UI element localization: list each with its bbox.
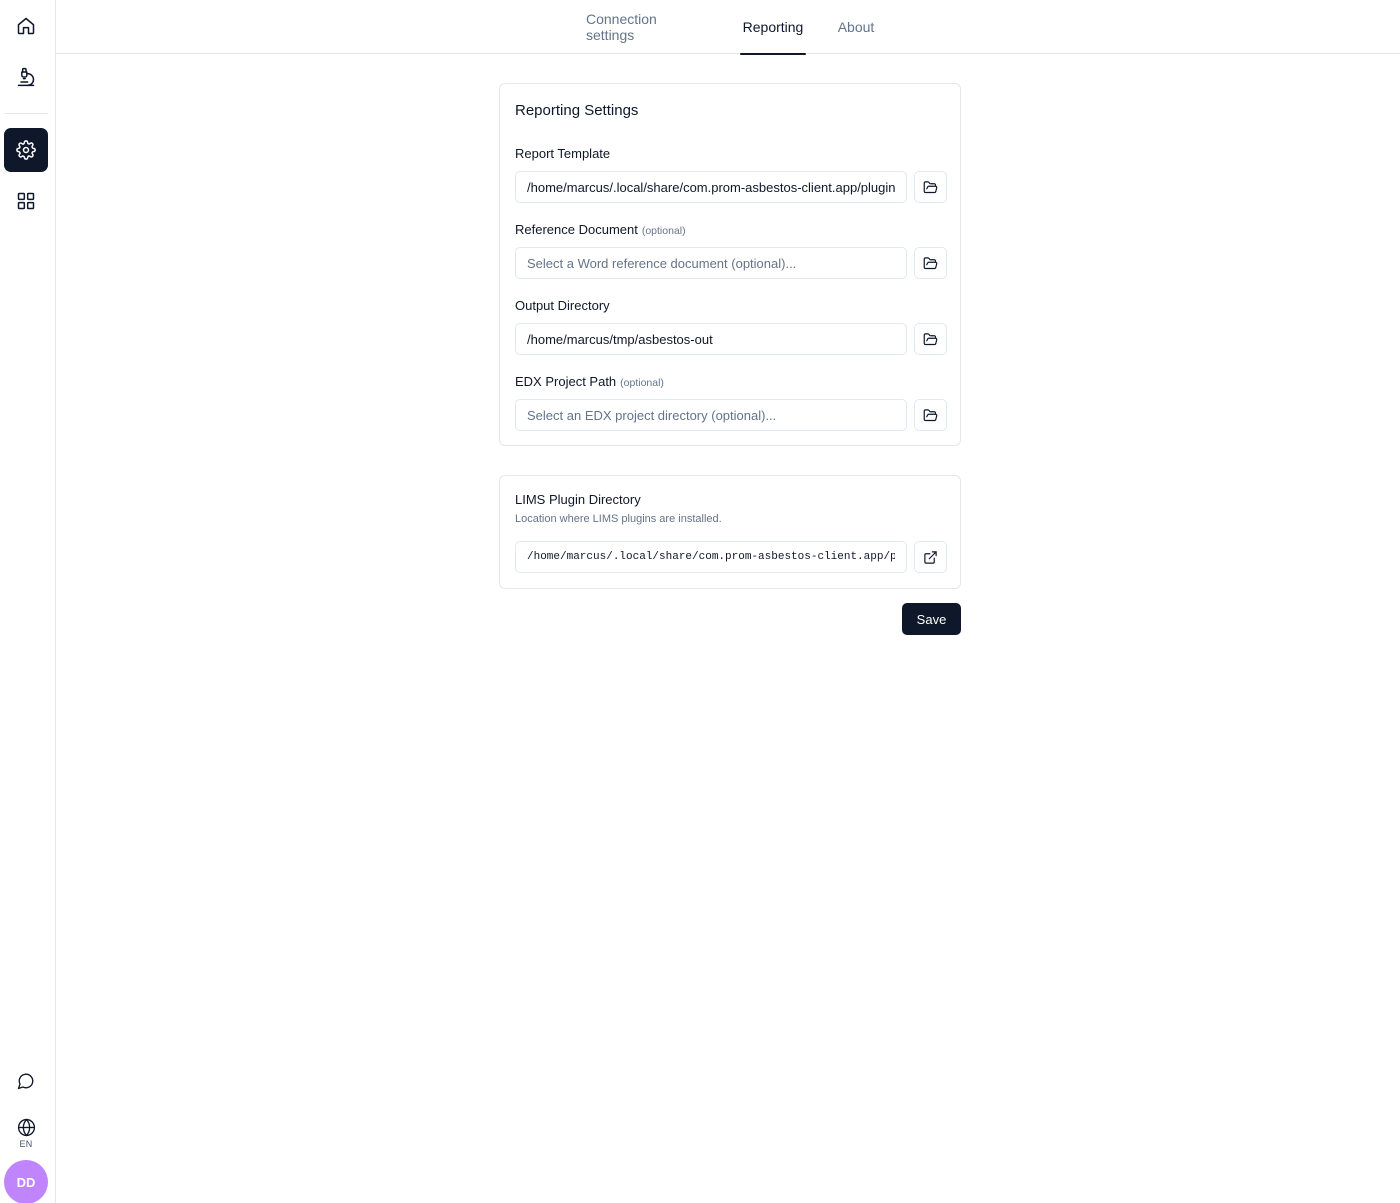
avatar[interactable]: DD <box>4 1160 48 1203</box>
nav-microscope-button[interactable] <box>4 55 48 99</box>
tab-reporting[interactable]: Reporting <box>740 0 806 55</box>
message-circle-icon <box>17 1073 34 1090</box>
lims-open-folder-button[interactable] <box>914 541 947 573</box>
language-switcher[interactable]: EN <box>4 1114 48 1152</box>
microscope-icon <box>17 67 35 87</box>
gear-icon <box>16 140 36 160</box>
tab-about[interactable]: About <box>836 0 876 54</box>
globe-icon <box>17 1118 35 1136</box>
nav-apps-button[interactable] <box>4 179 48 223</box>
report-template-input[interactable] <box>515 171 907 203</box>
folder-open-icon <box>923 332 938 345</box>
output-directory-input[interactable] <box>515 323 907 355</box>
folder-open-icon <box>923 408 938 421</box>
folder-open-icon <box>923 256 938 269</box>
edx-project-path-browse-button[interactable] <box>914 399 947 431</box>
reporting-settings-title: Reporting Settings <box>515 102 639 119</box>
feedback-button[interactable] <box>4 1059 48 1103</box>
reporting-settings-card: Reporting Settings Report Template Refer… <box>499 83 961 446</box>
reference-document-browse-button[interactable] <box>914 247 947 279</box>
report-template-label: Report Template <box>515 146 611 161</box>
home-icon <box>17 17 35 35</box>
output-directory-label: Output Directory <box>515 298 610 313</box>
sidebar-divider <box>5 113 48 114</box>
lims-plugin-card: LIMS Plugin Directory Location where LIM… <box>499 475 961 589</box>
edx-project-path-label: EDX Project Path (optional) <box>515 374 664 389</box>
reference-document-input[interactable] <box>515 247 907 279</box>
settings-tabs: Connection settings Reporting About <box>56 0 1400 55</box>
save-button[interactable]: Save <box>902 603 961 635</box>
language-code: EN <box>19 1138 33 1149</box>
nav-settings-button[interactable] <box>4 128 48 172</box>
tab-connection-settings[interactable]: Connection settings <box>586 0 706 54</box>
lims-plugin-path-input[interactable] <box>515 541 907 573</box>
edx-project-path-input[interactable] <box>515 399 907 431</box>
folder-open-icon <box>923 180 938 193</box>
grid-icon <box>17 192 35 210</box>
reference-document-label: Reference Document (optional) <box>515 222 686 237</box>
lims-plugin-description: Location where LIMS plugins are installe… <box>515 513 722 525</box>
report-template-browse-button[interactable] <box>914 171 947 203</box>
nav-home-button[interactable] <box>4 4 48 48</box>
external-link-icon <box>924 550 937 564</box>
lims-plugin-title: LIMS Plugin Directory <box>515 492 641 507</box>
sidebar: EN DD <box>0 0 56 1203</box>
output-directory-browse-button[interactable] <box>914 323 947 355</box>
